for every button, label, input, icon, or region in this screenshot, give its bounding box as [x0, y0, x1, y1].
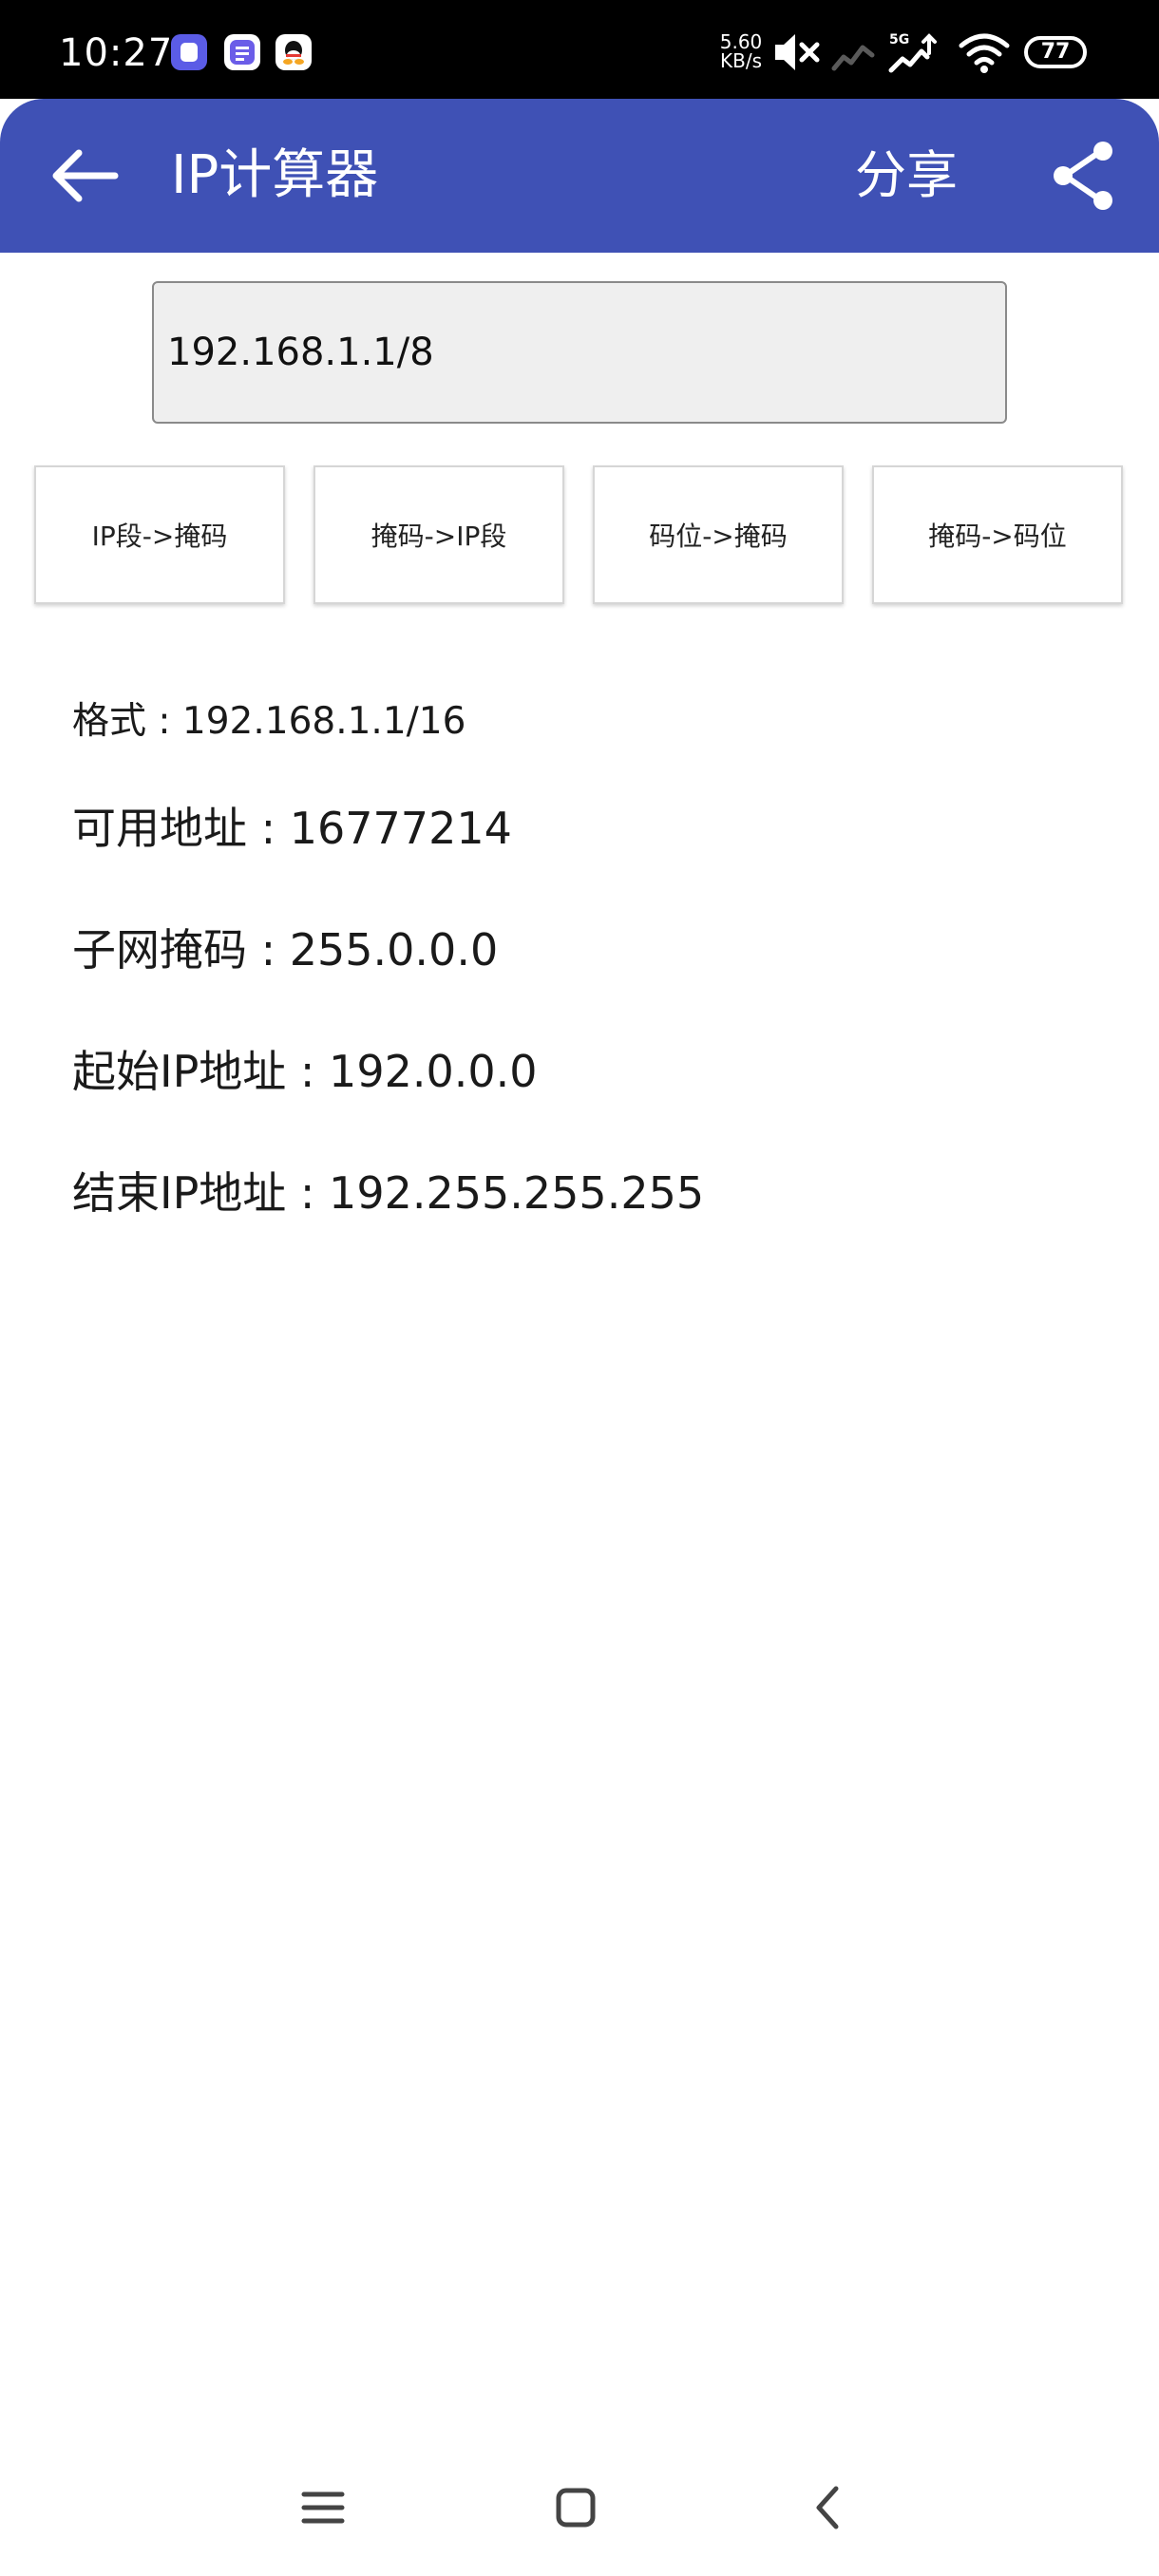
ip-range-to-mask-button[interactable]: IP段->掩码: [34, 465, 285, 604]
start-ip: 起始IP地址 : 192.0.0.0: [72, 1046, 538, 1097]
signal-icon: [830, 28, 876, 80]
status-bar: 10:27 5.60 KB/s 5G 77: [0, 0, 1159, 99]
qq-notification-icon: [276, 34, 312, 70]
ip-calculator-screen: 10:27 5.60 KB/s 5G 77 IP计算器 分享 192.168.1…: [0, 0, 1159, 2576]
usable-addresses: 可用地址 : 16777214: [72, 803, 512, 854]
status-time: 10:27: [59, 31, 174, 75]
back-button[interactable]: [42, 133, 127, 218]
subnet-mask: 子网掩码 : 255.0.0.0: [72, 924, 499, 975]
system-nav-bar: [0, 2451, 1159, 2576]
results-panel: 格式 : 192.168.1.1/16 可用地址 : 16777214 子网掩码…: [72, 693, 1117, 1282]
tiezhi-notification-icon: [224, 34, 260, 70]
app-notification-icon: [171, 34, 207, 70]
mask-to-ip-range-button[interactable]: 掩码->IP段: [314, 465, 564, 604]
share-button[interactable]: [1041, 133, 1127, 218]
page-title: IP计算器: [171, 144, 379, 206]
home-button[interactable]: [519, 2451, 633, 2565]
menu-button[interactable]: [266, 2451, 380, 2565]
actions-row: IP段->掩码 掩码->IP段 码位->掩码 掩码->码位: [34, 465, 1125, 604]
network-label: 5G: [889, 32, 909, 47]
battery-icon: 77: [1024, 36, 1087, 68]
share-icon: [1054, 142, 1112, 210]
menu-icon: [301, 2491, 345, 2524]
mask-to-bits-button[interactable]: 掩码->码位: [872, 465, 1123, 604]
signal-5g-icon: 5G: [885, 28, 944, 80]
net-speed: 5.60 KB/s: [714, 32, 768, 70]
net-speed-value: 5.60: [719, 30, 763, 53]
arrow-left-icon: [52, 149, 119, 202]
ip-input[interactable]: [152, 281, 1007, 424]
wifi-icon: [958, 28, 1011, 80]
back-icon: [816, 2486, 839, 2529]
bits-to-mask-button[interactable]: 码位->掩码: [593, 465, 844, 604]
app-bar: IP计算器 分享: [0, 99, 1159, 253]
end-ip: 结束IP地址 : 192.255.255.255: [72, 1167, 705, 1219]
share-text-button[interactable]: 分享: [855, 141, 958, 211]
nav-back-button[interactable]: [771, 2451, 885, 2565]
battery-level: 77: [1040, 40, 1071, 64]
home-icon: [556, 2488, 596, 2528]
mute-icon: [771, 28, 825, 80]
format-hint: 格式 : 192.168.1.1/16: [72, 700, 466, 743]
net-speed-unit: KB/s: [720, 49, 762, 72]
